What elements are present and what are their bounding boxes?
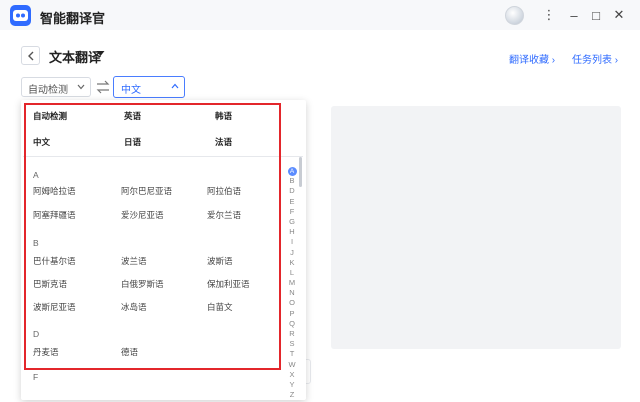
common-language[interactable]: 日语 (124, 136, 141, 148)
index-letter[interactable]: F (287, 207, 297, 217)
index-letter[interactable]: E (287, 197, 297, 207)
index-letter[interactable]: S (287, 339, 297, 349)
close-button[interactable]: ✕ (610, 5, 628, 25)
scrollbar-thumb[interactable] (299, 157, 302, 187)
chevron-up-icon (171, 83, 179, 89)
target-language-value: 中文 (121, 85, 141, 96)
language-option[interactable]: 巴什基尔语 (33, 255, 76, 267)
index-letter[interactable]: O (287, 298, 297, 308)
favorites-link[interactable]: 翻译收藏 › (509, 51, 555, 66)
target-language-select[interactable]: 中文 (113, 76, 185, 98)
language-option[interactable]: 巴斯克语 (33, 278, 67, 290)
index-letter[interactable]: N (287, 288, 297, 298)
app-title: 智能翻译官 (40, 11, 106, 26)
letter-heading: D (33, 329, 40, 339)
index-letter[interactable]: A (287, 166, 297, 176)
index-letter[interactable]: P (287, 309, 297, 319)
page-title[interactable]: 文本翻译 (49, 47, 101, 66)
index-letter[interactable]: R (287, 329, 297, 339)
language-dropdown[interactable]: 自动检测 英语 韩语 中文 日语 法语 A 阿姆哈拉语 阿尔巴尼亚语 阿拉伯语 … (21, 100, 306, 400)
index-letter[interactable]: L (287, 268, 297, 278)
chevron-left-icon (27, 51, 33, 60)
divider (23, 156, 303, 157)
language-option[interactable]: 爱尔兰语 (207, 209, 241, 221)
common-language[interactable]: 法语 (215, 136, 232, 148)
language-option[interactable]: 白苗文 (207, 301, 233, 313)
index-letter[interactable]: J (287, 248, 297, 258)
language-option[interactable]: 阿尔巴尼亚语 (121, 185, 172, 197)
common-language[interactable]: 英语 (124, 110, 141, 122)
index-letter[interactable]: B (287, 176, 297, 186)
minimize-button[interactable]: – (565, 5, 583, 25)
index-letter[interactable]: Q (287, 319, 297, 329)
language-option[interactable]: 白俄罗斯语 (121, 278, 164, 290)
index-letter[interactable]: T (287, 349, 297, 359)
index-letter[interactable]: I (287, 237, 297, 247)
language-option[interactable]: 波斯语 (207, 255, 233, 267)
common-language[interactable]: 中文 (33, 136, 50, 148)
main-area: 文本翻译 翻译收藏 › 任务列表 › 自动检测 中文 自动检测 英语 韩语 中文… (0, 30, 640, 402)
app-logo-icon (10, 5, 31, 26)
translation-output-panel (331, 106, 621, 349)
letter-heading: F (33, 372, 39, 382)
task-list-link[interactable]: 任务列表 › (572, 51, 618, 66)
common-language[interactable]: 韩语 (215, 110, 232, 122)
index-letter[interactable]: Z (287, 390, 297, 400)
language-option[interactable]: 丹麦语 (33, 346, 59, 358)
language-option[interactable]: 保加利亚语 (207, 278, 250, 290)
language-option[interactable]: 阿拉伯语 (207, 185, 241, 197)
letter-heading: A (33, 170, 39, 180)
index-letter[interactable]: X (287, 370, 297, 380)
letter-heading: B (33, 238, 39, 248)
swap-languages-icon[interactable] (95, 79, 111, 95)
alphabet-index[interactable]: ABDEFGHIJKLMNOPQRSTWXYZ (287, 166, 297, 400)
index-letter[interactable]: G (287, 217, 297, 227)
index-letter[interactable]: H (287, 227, 297, 237)
menu-dots-icon[interactable]: ⋮ (540, 5, 558, 25)
avatar[interactable] (505, 6, 524, 25)
language-option[interactable]: 爱沙尼亚语 (121, 209, 164, 221)
index-letter[interactable]: Y (287, 380, 297, 390)
index-letter[interactable]: D (287, 186, 297, 196)
language-option[interactable]: 波兰语 (121, 255, 147, 267)
maximize-button[interactable]: □ (587, 5, 605, 25)
index-letter[interactable]: M (287, 278, 297, 288)
caret-down-icon[interactable] (96, 50, 105, 57)
common-language[interactable]: 自动检测 (33, 110, 67, 122)
language-option[interactable]: 德语 (121, 346, 138, 358)
source-language-select[interactable]: 自动检测 (21, 77, 91, 97)
language-option[interactable]: 冰岛语 (121, 301, 147, 313)
title-bar: 智能翻译官 ⋮ – □ ✕ (0, 0, 640, 30)
source-language-value: 自动检测 (28, 85, 68, 96)
language-option[interactable]: 阿姆哈拉语 (33, 185, 76, 197)
index-letter[interactable]: K (287, 258, 297, 268)
back-button[interactable] (21, 46, 40, 65)
language-option[interactable]: 阿塞拜疆语 (33, 209, 76, 221)
language-option[interactable]: 波斯尼亚语 (33, 301, 76, 313)
index-letter[interactable]: W (287, 360, 297, 370)
chevron-down-icon (77, 84, 85, 90)
